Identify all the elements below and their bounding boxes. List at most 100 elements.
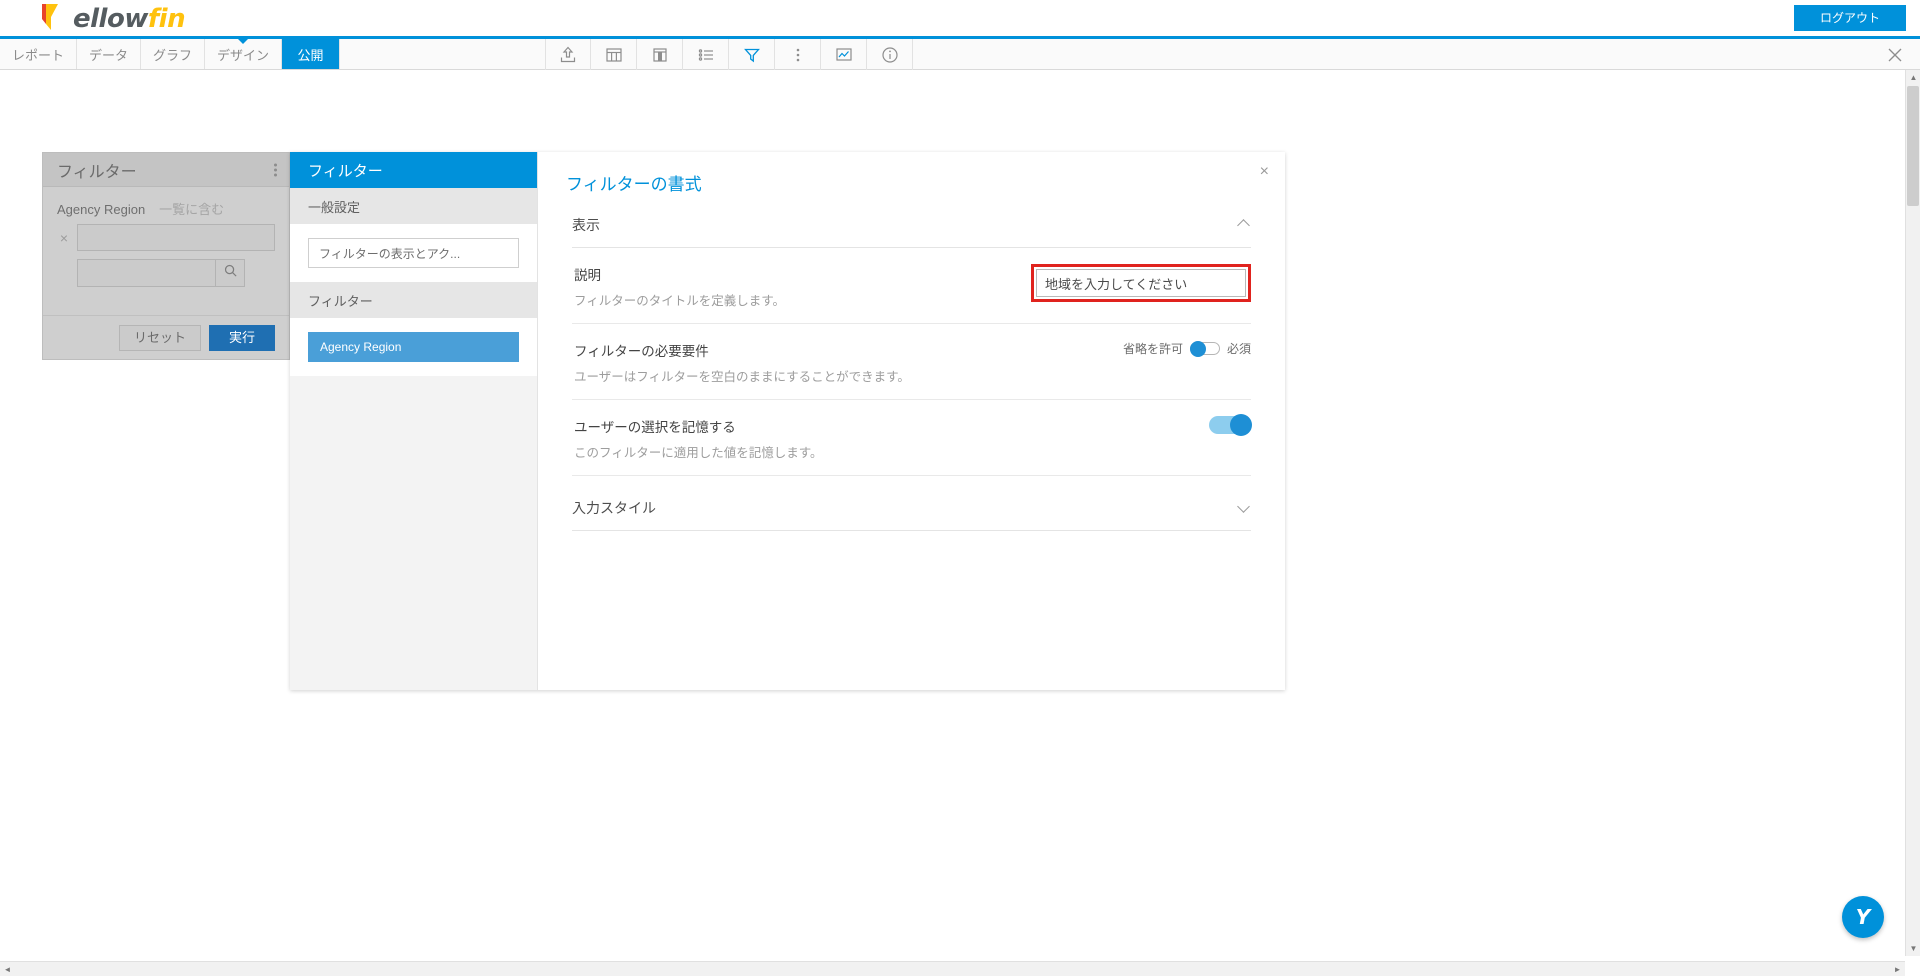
scroll-right-arrow-icon[interactable]: ► [1890,962,1905,976]
top-bar: ellowfin ログアウト [0,0,1920,39]
modal-title: フィルターの書式 [566,175,702,194]
description-text-block: 説明 フィルターのタイトルを定義します。 [572,264,785,309]
nav-tab-chart[interactable]: グラフ [141,39,206,69]
accordion-display-header[interactable]: 表示 [572,209,1251,248]
setting-row-remember-selection: ユーザーの選択を記憶する このフィルターに適用した値を記憶します。 [572,400,1252,476]
scroll-up-arrow-icon[interactable]: ▲ [1906,70,1920,85]
requirement-toggle[interactable] [1189,341,1220,357]
remember-text-block: ユーザーの選択を記憶する このフィルターに適用した値を記憶します。 [572,416,823,461]
list-button[interactable] [683,39,729,70]
modal-sidebar: フィルター 一般設定 フィルターの表示とアク... フィルター Agency R… [290,152,538,690]
report-canvas: フィルター Agency Region 一覧に含む × リセット 実行 フィルタ… [0,70,1920,976]
requirement-text-block: フィルターの必要要件 ユーザーはフィルターを空白のままにすることができます。 [572,340,910,385]
kebab-menu-icon[interactable] [274,163,277,176]
yellowfin-logo[interactable]: ellowfin [38,3,186,35]
application-root: ellowfin ログアウト レポート データ グラフ デザイン 公開 フィルタ… [0,0,1920,976]
export-button[interactable] [545,39,591,70]
filter-search-row [77,259,275,287]
remember-selection-toggle[interactable] [1209,414,1252,436]
modal-section-filters: フィルター [290,282,537,318]
filter-run-button[interactable]: 実行 [208,324,275,351]
requirement-help-text: ユーザーはフィルターを空白のままにすることができます。 [574,370,910,384]
nav-tab-publish[interactable]: 公開 [282,39,341,69]
modal-general-body: フィルターの表示とアク... [290,224,537,282]
requirement-toggle-knob [1189,341,1206,357]
modal-section-general: 一般設定 [290,188,537,224]
more-options-button[interactable] [775,39,821,70]
section-layout-icon [650,45,670,65]
chart-button[interactable] [821,39,867,70]
filter-panel-footer: リセット 実行 [43,315,289,359]
filter-operator-label: 一覧に含む [159,202,225,217]
table-columns-button[interactable] [591,39,637,70]
filter-search-button[interactable] [215,259,245,287]
nav-tab-chart-label: グラフ [153,47,193,63]
modal-filter-item-agency-region[interactable]: Agency Region [308,332,519,362]
nav-tab-design[interactable]: デザイン [205,38,283,69]
info-icon [880,45,900,65]
filter-icon [742,45,762,65]
report-filter-panel: フィルター Agency Region 一覧に含む × リセット 実行 [42,152,290,360]
active-tab-caret-icon [237,38,250,44]
modal-content: × フィルターの書式 表示 説明 フィルターのタイトルを定義します。 地域を入力… [538,152,1285,690]
chart-icon [834,45,854,65]
chevron-up-icon [1239,219,1251,231]
filter-value-row: × [57,224,275,251]
nav-tab-design-label: デザイン [217,47,270,63]
remember-control [1209,414,1252,436]
vertical-scrollbar[interactable]: ▲ ▼ [1905,70,1920,956]
remember-toggle-knob [1230,414,1252,436]
requirement-toggle-group[interactable]: 省略を許可 必須 [1123,340,1251,357]
nav-tab-data-label: データ [89,47,129,63]
nav-tab-report-label: レポート [12,47,65,63]
info-button[interactable] [867,39,913,70]
nav-tab-report[interactable]: レポート [0,39,78,69]
description-input[interactable] [1036,269,1246,297]
scroll-left-arrow-icon[interactable]: ◄ [0,962,15,976]
modal-body: 表示 説明 フィルターのタイトルを定義します。 地域を入力してください フィルタ… [538,195,1285,531]
logo-text-second: fin [147,4,186,34]
filter-field-row: Agency Region 一覧に含む [57,199,275,218]
modal-filters-body: Agency Region [290,318,537,376]
remove-x-icon[interactable]: × [57,230,71,246]
logout-button[interactable]: ログアウト [1794,5,1906,31]
filter-value-input[interactable] [77,224,275,251]
logo-text-first: ellow [73,4,148,34]
accordion-input-style-header[interactable]: 入力スタイル [572,476,1251,531]
yellowfin-logo-icon [38,0,72,39]
accordion-input-style-label: 入力スタイル [572,500,656,516]
nav-tab-publish-label: 公開 [297,47,324,63]
description-help-text: フィルターのタイトルを定義します。 [574,294,786,308]
close-icon[interactable]: × [1260,164,1269,180]
requirement-option-required-label: 必須 [1226,342,1251,356]
close-report-button[interactable] [1879,39,1910,70]
section-layout-button[interactable] [637,39,683,70]
yellowfin-help-icon: Y [1855,905,1871,929]
logo-wordmark: ellowfin [73,4,186,34]
filter-reset-button[interactable]: リセット [118,324,201,351]
filter-panel-body: Agency Region 一覧に含む × [43,187,289,287]
horizontal-scrollbar[interactable]: ◄ ► [0,961,1905,976]
report-toolbar [545,39,913,70]
remember-label: ユーザーの選択を記憶する [574,420,736,435]
filter-search-input[interactable] [77,259,215,287]
chevron-down-icon [1239,502,1251,514]
vertical-scroll-thumb[interactable] [1907,86,1919,206]
nav-tab-data[interactable]: データ [77,39,142,69]
requirement-option-optional-label: 省略を許可 [1122,342,1183,356]
scroll-down-arrow-icon[interactable]: ▼ [1906,941,1920,956]
filter-settings-modal: フィルター 一般設定 フィルターの表示とアク... フィルター Agency R… [290,152,1285,690]
filter-button[interactable] [729,39,775,70]
filter-panel-header: フィルター [43,153,289,187]
description-control [1031,264,1251,302]
help-bubble-button[interactable]: Y [1842,896,1884,938]
requirement-control: 省略を許可 必須 [1123,340,1251,357]
export-icon [558,45,578,65]
filter-field-name: Agency Region [57,202,146,217]
description-highlight-box [1031,264,1251,302]
setting-row-description: 説明 フィルターのタイトルを定義します。 [572,248,1251,324]
description-label: 説明 [574,268,601,283]
setting-row-requirement: フィルターの必要要件 ユーザーはフィルターを空白のままにすることができます。 省… [572,324,1251,400]
modal-sidebar-header: フィルター [290,152,537,188]
filter-display-access-button[interactable]: フィルターの表示とアク... [308,238,519,268]
